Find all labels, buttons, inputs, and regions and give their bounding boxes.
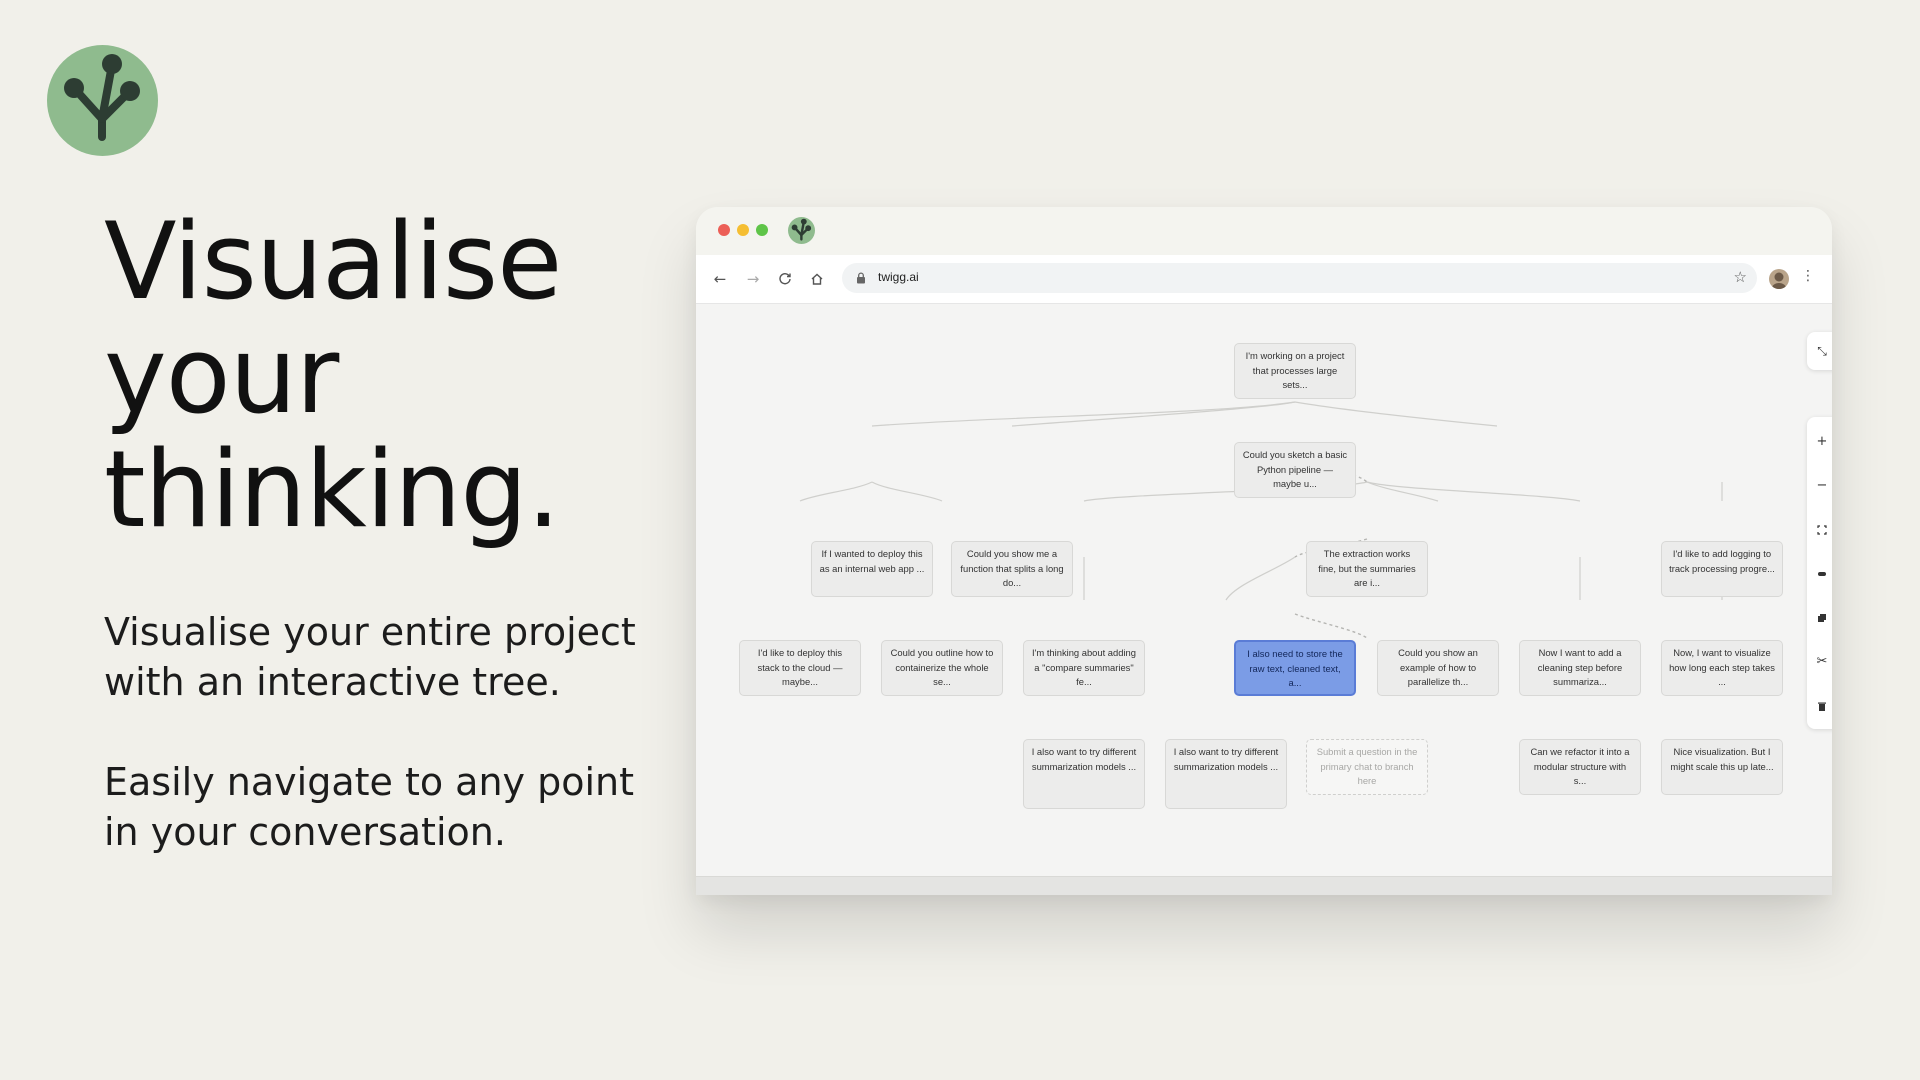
tree-node[interactable]: I also want to try different summarizati… [1165,739,1287,809]
arrow-right-icon[interactable]: → [743,269,763,289]
tree-node[interactable]: I also want to try different summarizati… [1023,739,1145,809]
collapse-arrows-icon[interactable]: ⤡ [1807,332,1832,370]
copy-icon[interactable] [1807,603,1832,633]
tree-controls-panel: + − ✂ [1807,417,1832,729]
tree-node[interactable]: If I wanted to deploy this as an interna… [811,541,933,597]
profile-avatar[interactable] [1769,269,1789,289]
kebab-icon[interactable]: ⋮ [1801,268,1815,284]
tree-node[interactable]: Could you show an example of how to para… [1377,640,1499,696]
tree-node[interactable]: Could you show me a function that splits… [951,541,1073,597]
home-icon[interactable] [807,269,827,289]
headline-line-1: Visualise [104,200,562,323]
tree-node-selected[interactable]: I also need to store the raw text, clean… [1234,640,1356,696]
zoom-in-button[interactable]: + [1807,427,1832,457]
tree-node[interactable]: Can we refactor it into a modular struct… [1519,739,1641,795]
browser-titlebar [696,207,1832,255]
hero-description-1: Visualise your entire project with an in… [104,610,636,704]
reload-icon[interactable] [775,269,795,289]
tree-node[interactable]: I'd like to deploy this stack to the clo… [739,640,861,696]
fit-view-icon[interactable] [1807,515,1832,545]
url-text: twigg.ai [878,270,919,284]
tree-node[interactable]: Could you sketch a basic Python pipeline… [1234,442,1356,498]
tree-node[interactable]: The extraction works fine, but the summa… [1306,541,1428,597]
lock-icon [857,272,865,284]
tree-canvas[interactable]: I'm working on a project that processes … [696,304,1832,876]
tree-node[interactable]: Now I want to add a cleaning step before… [1519,640,1641,696]
maximize-window-button[interactable] [756,224,768,236]
star-icon[interactable]: ☆ [1734,268,1747,286]
zoom-out-button[interactable]: − [1807,471,1832,501]
twigg-favicon-icon[interactable] [788,217,815,244]
browser-window: ← → twigg.ai ☆ ⋮ I'm working on a projec… [696,207,1832,895]
tree-branch-icon [64,54,140,141]
tree-node[interactable]: Nice visualization. But I might scale th… [1661,739,1783,795]
hero-headline: Visualise your thinking. [104,200,562,551]
browser-bottom-edge [696,876,1832,895]
twigg-logo [47,45,158,156]
tree-node[interactable]: I'm thinking about adding a "compare sum… [1023,640,1145,696]
tree-node[interactable]: Could you outline how to containerize th… [881,640,1003,696]
browser-toolbar: ← → twigg.ai ☆ ⋮ [696,255,1832,304]
minimize-icon[interactable] [1807,559,1832,589]
tree-node[interactable]: I'd like to add logging to track process… [1661,541,1783,597]
headline-line-2: your [104,314,339,437]
close-window-button[interactable] [718,224,730,236]
trash-icon[interactable] [1807,691,1832,721]
minimize-window-button[interactable] [737,224,749,236]
tree-node[interactable]: I'm working on a project that processes … [1234,343,1356,399]
headline-line-3: thinking. [104,428,560,551]
arrow-left-icon[interactable]: ← [710,269,730,289]
hero-description-2: Easily navigate to any point in your con… [104,760,635,854]
tree-node-placeholder[interactable]: Submit a question in the primary chat to… [1306,739,1428,795]
cut-icon[interactable]: ✂ [1807,647,1832,677]
address-bar[interactable]: twigg.ai ☆ [842,263,1757,293]
tree-node[interactable]: Now, I want to visualize how long each s… [1661,640,1783,696]
